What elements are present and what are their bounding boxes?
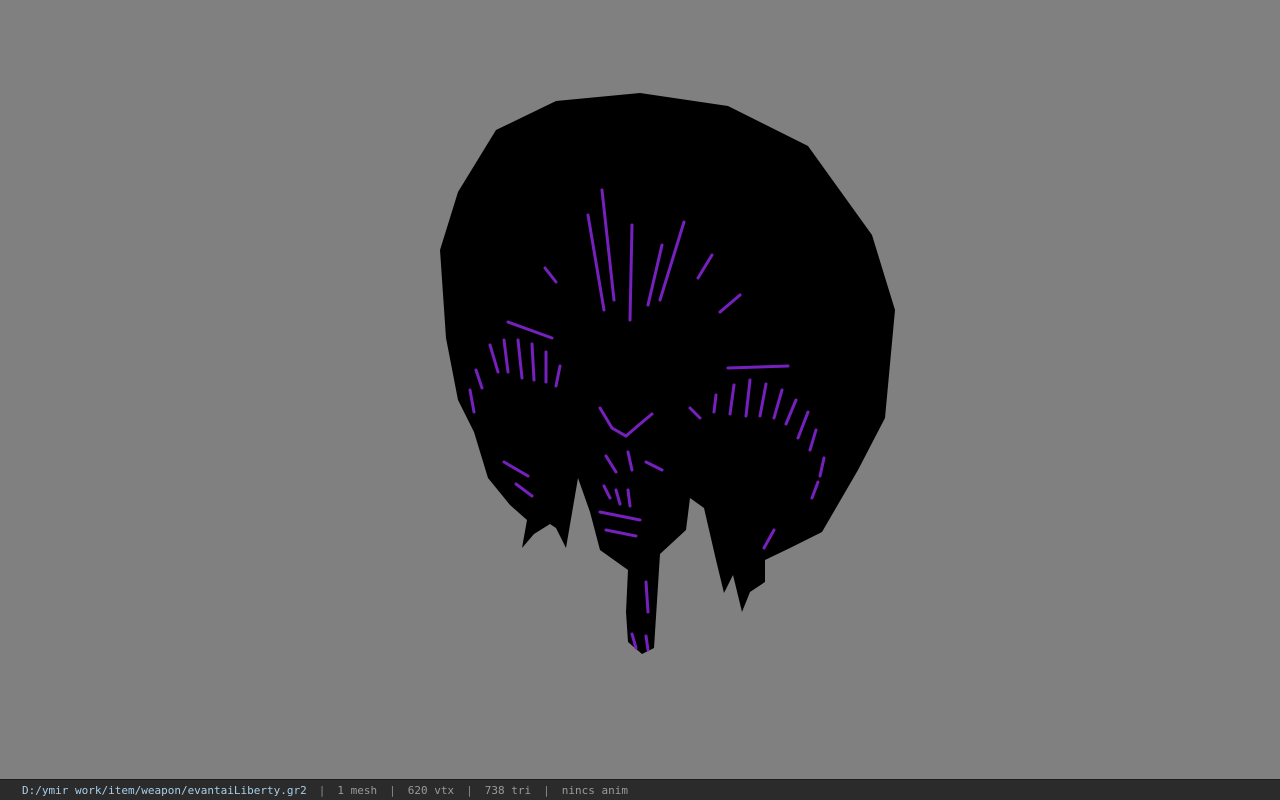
status-separator: |: [543, 783, 550, 797]
status-separator: |: [466, 783, 473, 797]
status-file-path: D:/ymir work/item/weapon/evantaiLiberty.…: [22, 783, 307, 797]
status-separator: |: [318, 783, 326, 797]
status-mesh-count: 1 mesh: [337, 783, 378, 797]
model-silhouette: [440, 93, 895, 654]
status-vertex-count: 620 vtx: [407, 783, 455, 797]
status-bar: D:/ymir work/item/weapon/evantaiLiberty.…: [0, 779, 1280, 800]
status-triangle-count: 738 tri: [484, 783, 532, 797]
model-render: [440, 93, 895, 654]
status-animation: nincs anim: [561, 783, 628, 797]
3d-viewport[interactable]: [0, 0, 1280, 779]
status-separator: |: [389, 783, 396, 797]
